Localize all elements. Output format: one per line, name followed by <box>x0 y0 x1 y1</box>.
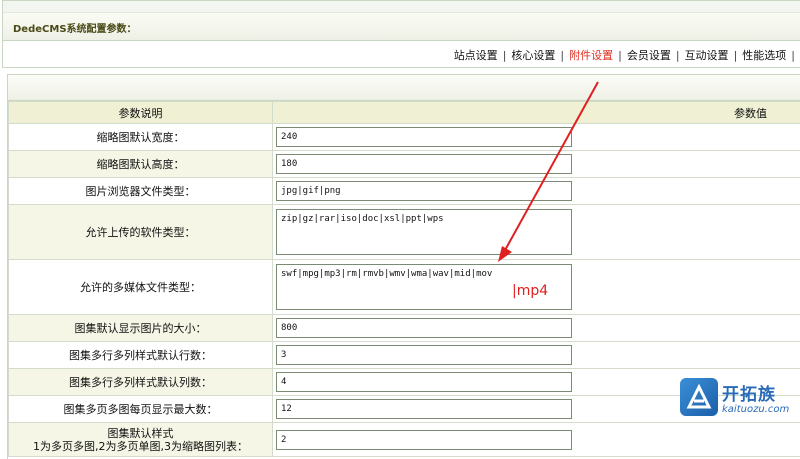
media-types-label: 允许的多媒体文件类型： <box>8 259 273 315</box>
watermark-name: 开拓族 <box>722 385 776 405</box>
title-bar: DedeCMS系统配置参数： <box>3 13 800 41</box>
tab-interaction-settings[interactable]: 互动设置 <box>685 47 729 63</box>
thumb-height-input[interactable]: 180 <box>276 154 572 174</box>
software-types-textarea[interactable]: zip|gz|rar|iso|doc|xsl|ppt|wps <box>276 209 572 255</box>
gallery-image-size-input[interactable]: 800 <box>276 318 572 338</box>
header-top-strip <box>3 1 800 13</box>
tab-site-settings[interactable]: 站点设置 <box>454 47 498 63</box>
gallery-max-per-page-label: 图集多页多图每页显示最大数： <box>8 395 273 423</box>
gallery-default-style-input[interactable]: 2 <box>276 429 572 450</box>
table-header-row: 参数说明 参数值 <box>8 101 800 124</box>
watermark: 开拓族 kaituozu.com <box>680 378 800 422</box>
gallery-image-size-label: 图集默认显示图片的大小： <box>8 314 273 342</box>
table-row: 图集默认显示图片的大小： 800 <box>8 314 800 342</box>
settings-tabs: 站点设置 | 核心设置 | 附件设置 | 会员设置 | 互动设置 | 性能选项 | <box>454 47 800 63</box>
table-row: 允许上传的软件类型： zip|gz|rar|iso|doc|xsl|ppt|wp… <box>8 204 800 260</box>
column-header-value: 参数值 <box>272 101 800 124</box>
image-browser-types-input[interactable]: jpg|gif|png <box>276 181 572 201</box>
table-row: 缩略图默认高度： 180 <box>8 150 800 178</box>
gallery-style-label-line2: 1为多页多图,2为多页单图,3为缩略图列表： <box>33 439 248 453</box>
thumb-width-input[interactable]: 240 <box>276 127 572 147</box>
software-types-label: 允许上传的软件类型： <box>8 204 273 260</box>
column-header-description: 参数说明 <box>8 101 273 124</box>
tab-core-settings[interactable]: 核心设置 <box>511 47 555 63</box>
tab-performance-options[interactable]: 性能选项 <box>742 47 786 63</box>
tab-separator: | <box>791 49 795 62</box>
page-title: DedeCMS系统配置参数： <box>13 24 137 35</box>
watermark-logo-icon <box>680 378 718 416</box>
thumb-width-label: 缩略图默认宽度： <box>8 123 273 151</box>
gallery-max-per-page-input[interactable]: 12 <box>276 399 572 419</box>
tab-separator: | <box>675 49 680 62</box>
tab-separator: | <box>560 49 565 62</box>
image-browser-types-label: 图片浏览器文件类型： <box>8 177 273 205</box>
table-row: 图片浏览器文件类型： jpg|gif|png <box>8 177 800 205</box>
table-row: 图集默认样式 1为多页多图,2为多页单图,3为缩略图列表： 2 <box>8 422 800 457</box>
tab-member-settings[interactable]: 会员设置 <box>627 47 671 63</box>
panel-header-strip <box>8 75 800 101</box>
mp4-annotation: |mp4 <box>512 283 549 299</box>
gallery-cols-label: 图集多行多列样式默认列数： <box>8 368 273 396</box>
config-header: DedeCMS系统配置参数： 站点设置 | 核心设置 | 附件设置 | 会员设置 | 互动设置 |… <box>2 0 800 68</box>
table-row: 缩略图默认宽度： 240 <box>8 123 800 151</box>
tab-separator: | <box>618 49 622 62</box>
gallery-rows-label: 图集多行多列样式默认行数： <box>8 341 273 369</box>
tab-separator: | <box>733 49 738 62</box>
gallery-style-label-line1: 图集默认样式 <box>107 426 174 440</box>
gallery-rows-input[interactable]: 3 <box>276 345 572 365</box>
watermark-url: kaituozu.com <box>722 404 790 415</box>
table-row: 图集多行多列样式默认行数： 3 <box>8 341 800 369</box>
thumb-height-label: 缩略图默认高度： <box>8 150 273 178</box>
tab-separator: | <box>502 49 507 62</box>
table-row: 允许的多媒体文件类型： swf|mpg|mp3|rm|rmvb|wmv|wma|… <box>8 259 800 315</box>
gallery-cols-input[interactable]: 4 <box>276 372 572 392</box>
tab-attachment-settings[interactable]: 附件设置 <box>569 47 613 63</box>
gallery-default-style-label: 图集默认样式 1为多页多图,2为多页单图,3为缩略图列表： <box>8 422 273 457</box>
